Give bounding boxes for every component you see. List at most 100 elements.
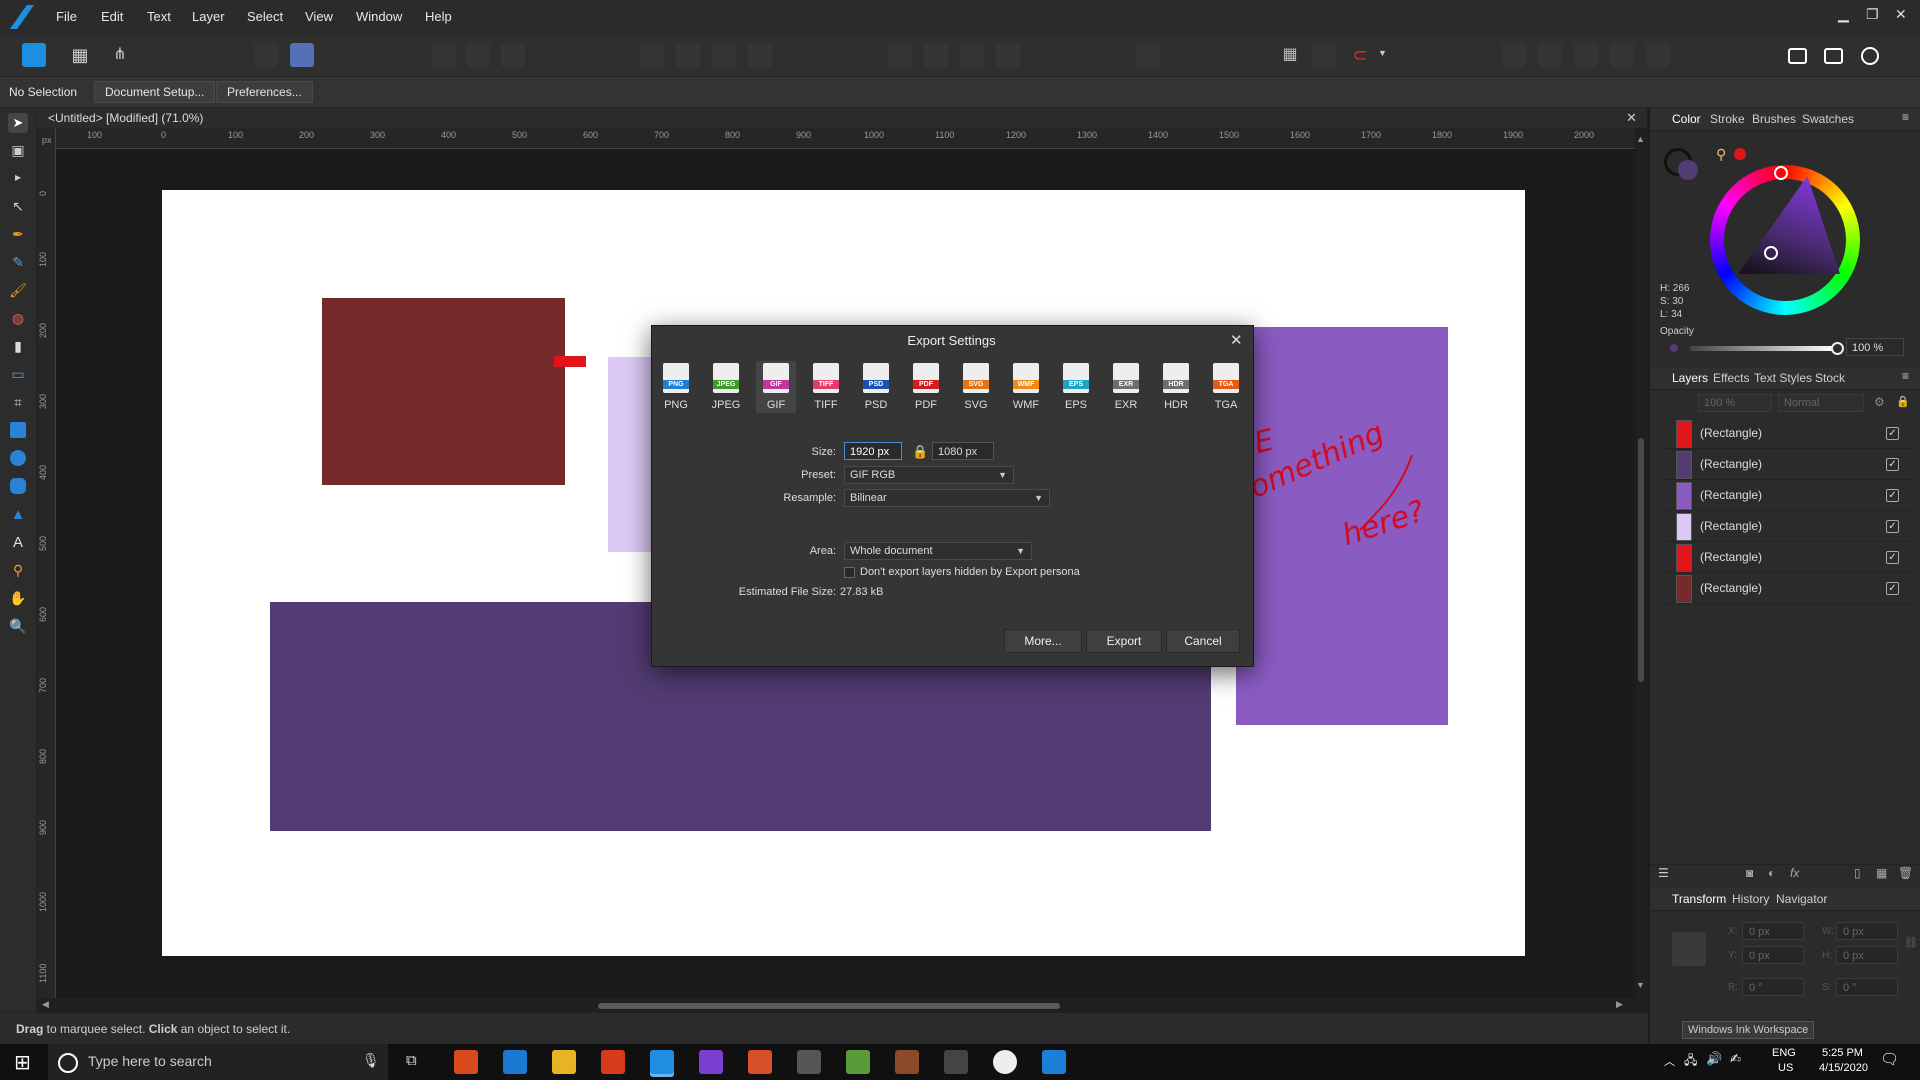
layer-name[interactable]: (Rectangle) bbox=[1700, 426, 1762, 440]
tray-region[interactable]: US bbox=[1778, 1062, 1793, 1074]
layer-name[interactable]: (Rectangle) bbox=[1700, 457, 1762, 471]
minimize-icon[interactable]: ▁ bbox=[1838, 6, 1849, 23]
zoom-tool-icon[interactable]: 🔍 bbox=[8, 618, 28, 638]
transform-rotation-field[interactable]: 0 ° bbox=[1742, 978, 1804, 996]
network-icon[interactable]: 🖧 bbox=[1684, 1051, 1697, 1072]
color-handle-icon[interactable] bbox=[1764, 246, 1778, 260]
aspect-lock-icon[interactable]: ⛓ bbox=[1904, 936, 1918, 949]
microphone-icon[interactable]: 🎙 bbox=[362, 1052, 380, 1069]
fill-tool-icon[interactable]: ◍ bbox=[8, 310, 28, 330]
aspect-lock-icon[interactable]: 🔒 bbox=[912, 444, 928, 460]
opacity-slider[interactable] bbox=[1690, 346, 1834, 351]
mask-layer-icon[interactable]: ◙ bbox=[1746, 866, 1753, 880]
format-gif-button[interactable]: GIF GIF bbox=[756, 361, 796, 413]
fx-icon[interactable]: fx bbox=[1790, 866, 1799, 880]
artboard-tool-icon[interactable]: ▣ bbox=[8, 142, 28, 162]
windows-ink-icon[interactable]: ✍ bbox=[1730, 1051, 1741, 1067]
tab-brushes[interactable]: Brushes bbox=[1752, 112, 1796, 126]
insert-front-icon[interactable] bbox=[1784, 43, 1808, 67]
tray-chevron-icon[interactable]: ︿ bbox=[1664, 1053, 1675, 1069]
add-layer-icon[interactable]: ▯ bbox=[1854, 866, 1861, 880]
format-svg-button[interactable]: SVG SVG bbox=[956, 361, 996, 413]
pencil-tool-icon[interactable]: ✎ bbox=[8, 254, 28, 274]
tab-navigator[interactable]: Navigator bbox=[1776, 892, 1827, 906]
tab-color[interactable]: Color bbox=[1672, 112, 1701, 126]
duplicate-layer-icon[interactable]: ▦ bbox=[1876, 866, 1887, 880]
grid-icon[interactable]: ▦ bbox=[1278, 43, 1302, 67]
format-pdf-button[interactable]: PDF PDF bbox=[906, 361, 946, 413]
menu-select[interactable]: Select bbox=[247, 9, 283, 24]
export-persona-icon[interactable]: ⋔ bbox=[108, 43, 132, 67]
volume-icon[interactable]: 🔊 bbox=[1706, 1051, 1722, 1067]
tray-time[interactable]: 5:25 PM bbox=[1822, 1047, 1863, 1059]
format-eps-button[interactable]: EPS EPS bbox=[1056, 361, 1096, 413]
scroll-down-icon[interactable]: ▼ bbox=[1636, 980, 1645, 990]
restore-icon[interactable]: ❐ bbox=[1866, 6, 1879, 23]
selection-mode-icon[interactable] bbox=[501, 43, 525, 67]
layer-visibility-checkbox[interactable]: ✓ bbox=[1886, 520, 1899, 533]
format-exr-button[interactable]: EXR EXR bbox=[1106, 361, 1146, 413]
hidden-layers-checkbox[interactable] bbox=[844, 567, 855, 578]
blend-mode-select[interactable]: Normal bbox=[1778, 394, 1864, 412]
app-icon-12[interactable] bbox=[993, 1050, 1017, 1074]
panel-menu-icon[interactable]: ≡ bbox=[1902, 110, 1909, 124]
layer-lock-icon[interactable]: 🔒 bbox=[1896, 395, 1910, 408]
width-field[interactable]: 1920 px bbox=[844, 442, 902, 460]
transform-y-field[interactable]: 0 px bbox=[1742, 946, 1804, 964]
pen-tool-icon[interactable]: ✒ bbox=[8, 226, 28, 246]
format-png-button[interactable]: PNG PNG bbox=[656, 361, 696, 413]
insert-inside-icon[interactable] bbox=[1856, 43, 1880, 67]
tab-text-styles[interactable]: Text Styles bbox=[1754, 371, 1812, 385]
rectangle-dark-red[interactable] bbox=[322, 298, 565, 485]
layer-visibility-checkbox[interactable]: ✓ bbox=[1886, 551, 1899, 564]
brave-browser-icon[interactable] bbox=[454, 1050, 478, 1074]
resample-select[interactable]: Bilinear ▼ bbox=[844, 489, 1050, 507]
layer-opacity-select[interactable]: 100 % bbox=[1698, 394, 1772, 412]
menu-help[interactable]: Help bbox=[425, 9, 452, 24]
transparency-tool-icon[interactable]: ▮ bbox=[8, 338, 28, 358]
format-hdr-button[interactable]: HDR HDR bbox=[1156, 361, 1196, 413]
height-field[interactable]: 1080 px bbox=[932, 442, 994, 460]
adjustment-icon[interactable]: ◐ bbox=[1768, 866, 1775, 880]
brush-tool-icon[interactable]: 🖌 bbox=[8, 282, 28, 302]
pixel-persona-icon[interactable]: ▦ bbox=[68, 43, 92, 67]
assistant-icon[interactable] bbox=[290, 43, 314, 67]
transform-origin-icon[interactable] bbox=[432, 43, 456, 67]
layer-visibility-checkbox[interactable]: ✓ bbox=[1886, 582, 1899, 595]
affinity-designer-logo-icon[interactable] bbox=[10, 5, 34, 29]
vertical-scroll-thumb[interactable] bbox=[1638, 438, 1644, 682]
office-icon[interactable] bbox=[601, 1050, 625, 1074]
ellipse-tool-icon[interactable] bbox=[10, 450, 26, 466]
rectangle-red-small[interactable] bbox=[554, 356, 586, 367]
color-picker-tool-icon[interactable]: ⚲ bbox=[8, 562, 28, 582]
hue-handle-icon[interactable] bbox=[1774, 166, 1788, 180]
layer-name[interactable]: (Rectangle) bbox=[1700, 519, 1762, 533]
tray-language[interactable]: ENG bbox=[1772, 1047, 1796, 1059]
close-window-icon[interactable]: ✕ bbox=[1895, 6, 1907, 23]
snapping-magnet-icon[interactable]: ⊂ bbox=[1348, 43, 1372, 67]
opacity-slider-handle[interactable] bbox=[1831, 342, 1844, 355]
tab-history[interactable]: History bbox=[1732, 892, 1769, 906]
mail-icon[interactable] bbox=[503, 1050, 527, 1074]
tab-transform[interactable]: Transform bbox=[1672, 892, 1726, 906]
format-tiff-button[interactable]: TIFF TIFF bbox=[806, 361, 846, 413]
tab-effects[interactable]: Effects bbox=[1713, 371, 1749, 385]
affinity-publisher-icon[interactable] bbox=[748, 1050, 772, 1074]
triangle-tool-icon[interactable]: ▲ bbox=[8, 506, 28, 526]
move-tool-icon[interactable]: ➤ bbox=[8, 113, 28, 133]
eyedropper-icon[interactable]: ⚲ bbox=[1716, 146, 1726, 163]
crop-tool-icon[interactable]: ⌗ bbox=[8, 394, 28, 414]
point-transform-tool-icon[interactable]: ↖ bbox=[8, 198, 28, 218]
menu-edit[interactable]: Edit bbox=[101, 9, 123, 24]
transform-shear-field[interactable]: 0 ° bbox=[1836, 978, 1898, 996]
text-tool-icon[interactable]: A bbox=[8, 534, 28, 554]
more-button[interactable]: More... bbox=[1004, 629, 1082, 653]
transform-h-field[interactable]: 0 px bbox=[1836, 946, 1898, 964]
tab-layers[interactable]: Layers bbox=[1672, 371, 1708, 385]
horizontal-scroll-thumb[interactable] bbox=[598, 1003, 1060, 1009]
layer-name[interactable]: (Rectangle) bbox=[1700, 488, 1762, 502]
file-explorer-icon[interactable] bbox=[552, 1050, 576, 1074]
place-image-tool-icon[interactable]: ▭ bbox=[8, 366, 28, 386]
stroke-swatch-icon[interactable] bbox=[1678, 160, 1698, 180]
tab-swatches[interactable]: Swatches bbox=[1802, 112, 1854, 126]
